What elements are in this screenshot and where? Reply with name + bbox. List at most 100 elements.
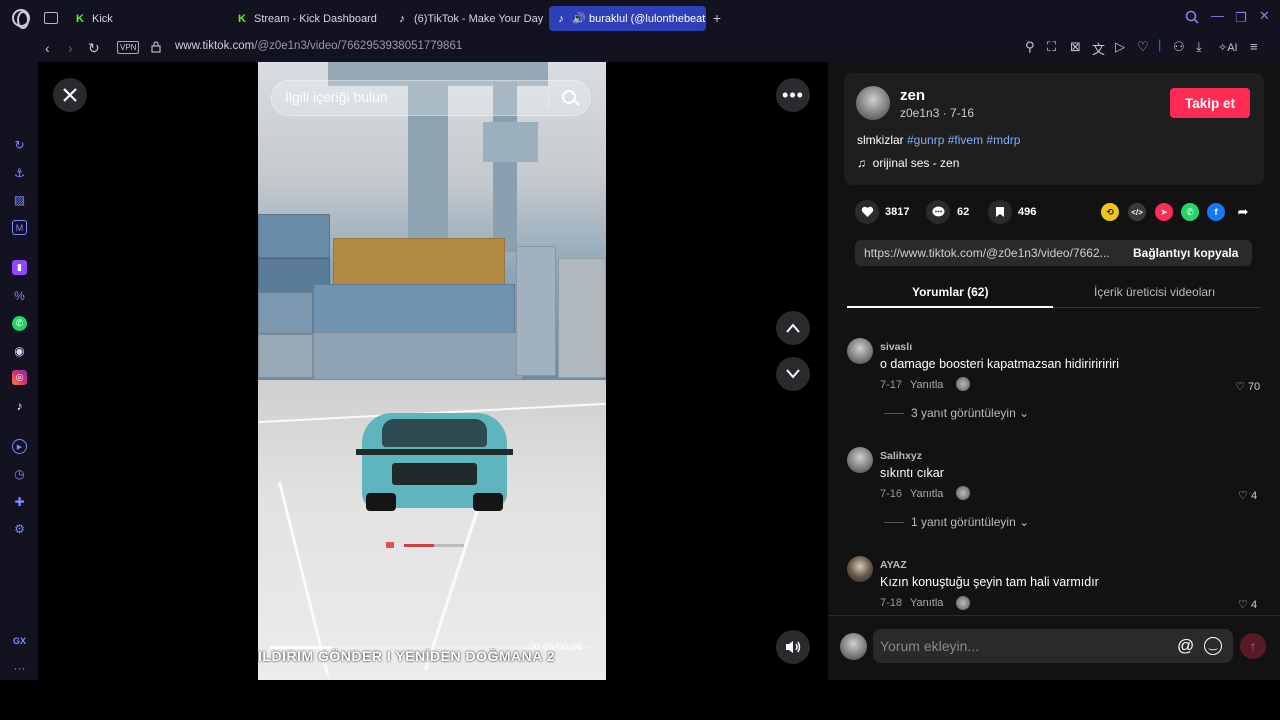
video-link-url[interactable]: https://www.tiktok.com/@z0e1n3/video/766… — [864, 246, 1116, 260]
player-icon[interactable]: ⚓ — [12, 165, 27, 180]
comment-like-button[interactable]: ♡ 4 — [1238, 489, 1257, 502]
active-tab-indicator — [847, 306, 1053, 308]
copy-link-button[interactable]: Bağlantıyı kopyala — [1133, 246, 1238, 260]
percent-icon[interactable]: % — [12, 288, 27, 303]
hashtag-link[interactable]: #mdrp — [986, 133, 1020, 147]
reply-button[interactable]: Yanıtla — [910, 379, 943, 391]
comment-button[interactable] — [926, 200, 950, 224]
comment-avatar[interactable] — [847, 556, 873, 582]
tab-creator-videos[interactable]: İçerik üreticisi videoları — [1094, 285, 1215, 299]
shipping-container — [313, 332, 523, 380]
reply-button[interactable]: Yanıtla — [910, 488, 943, 500]
comment-username[interactable]: Salihxyz — [880, 450, 922, 462]
tab-tiktok-home[interactable]: ♪ (6)TikTok - Make Your Day — [390, 6, 545, 31]
repost-icon[interactable]: ⟲ — [1101, 203, 1119, 221]
reply-button[interactable]: Yanıtla — [910, 597, 943, 609]
download-icon[interactable]: ⤓ — [1196, 39, 1202, 55]
shipping-container — [313, 284, 515, 334]
video-player[interactable] — [258, 62, 606, 680]
comment-username[interactable]: AYAZ — [880, 559, 907, 571]
twitch-icon[interactable]: ▮ — [12, 260, 27, 275]
search-icon[interactable] — [562, 90, 576, 104]
speaker-icon[interactable]: 🔊 — [572, 13, 586, 25]
hashtag-link[interactable]: #fivem — [948, 133, 983, 147]
author-name[interactable]: zen — [900, 87, 925, 104]
settings-icon[interactable]: ⚙ — [12, 521, 27, 536]
more-icon[interactable]: ··· — [12, 660, 27, 675]
tab-comments[interactable]: Yorumlar (62) — [912, 285, 988, 299]
view-replies-button[interactable]: 3 yanıt görüntüleyin ⌄ — [911, 406, 1029, 420]
hud-bar-fill — [404, 544, 434, 547]
extensions-icon[interactable]: ✚ — [12, 494, 27, 509]
shipping-container — [258, 292, 313, 334]
opera-logo-icon[interactable] — [12, 9, 30, 29]
translate-icon[interactable]: 文 — [1092, 39, 1105, 58]
minimize-icon[interactable]: — — [1211, 8, 1224, 23]
vpn-badge[interactable]: VPN — [117, 41, 140, 54]
hashtag-link[interactable]: #gunrp — [907, 133, 944, 147]
music-note-icon: ♫ — [857, 156, 866, 170]
gx-icon[interactable]: GX — [12, 633, 27, 648]
facebook-share-icon[interactable]: f — [1207, 203, 1225, 221]
author-handle-date: z0e1n3 · 7-16 — [900, 106, 975, 120]
heart-bookmark-icon[interactable]: ♡ — [1137, 39, 1149, 55]
liked-by-creator-avatar — [956, 596, 970, 610]
mention-icon[interactable]: @ — [1177, 636, 1194, 656]
tab-kick-dashboard[interactable]: K Stream - Kick Dashboard — [230, 6, 380, 31]
post-comment-button[interactable]: ↑ — [1240, 633, 1266, 659]
ai-button[interactable]: ✧AI — [1218, 41, 1238, 54]
tiktok-icon[interactable]: ♪ — [12, 398, 27, 413]
discord-icon[interactable]: ◉ — [12, 343, 27, 358]
send-to-friends-icon[interactable]: ➤ — [1155, 203, 1173, 221]
m-icon[interactable]: M — [12, 220, 27, 235]
whatsapp-share-icon[interactable]: ✆ — [1181, 203, 1199, 221]
tab-overview-icon[interactable] — [44, 12, 58, 24]
like-button[interactable] — [855, 200, 879, 224]
whatsapp-icon[interactable]: ✆ — [12, 316, 27, 331]
volume-button[interactable] — [776, 630, 810, 664]
snapshot-icon[interactable]: ⛶ — [1047, 39, 1056, 55]
close-window-icon[interactable]: ✕ — [1259, 8, 1270, 24]
account-icon[interactable]: ⚇ — [1173, 39, 1185, 55]
view-replies-button[interactable]: 1 yanıt görüntüleyin ⌄ — [911, 515, 1029, 529]
embed-icon[interactable]: </> — [1128, 203, 1146, 221]
comment-like-button[interactable]: ♡ 70 — [1235, 380, 1260, 393]
cards-icon[interactable]: ▨ — [12, 192, 27, 207]
menu-icon[interactable]: ≡ — [1250, 39, 1258, 54]
crane-cab — [483, 122, 538, 162]
emoji-icon[interactable]: ‿ — [1204, 637, 1222, 655]
car — [352, 405, 517, 515]
next-video-button[interactable] — [776, 357, 810, 391]
new-tab-plus-icon[interactable]: + — [710, 11, 724, 25]
forward-icon[interactable]: › — [68, 40, 73, 56]
aria-icon[interactable]: ↻ — [12, 137, 27, 152]
save-button[interactable] — [988, 200, 1012, 224]
tab-kick[interactable]: K Kick — [68, 6, 218, 31]
send-icon[interactable]: ▷ — [1115, 39, 1125, 55]
search-tabs-icon[interactable] — [1185, 10, 1199, 27]
save-count: 496 — [1018, 206, 1037, 218]
comment-avatar[interactable] — [847, 338, 873, 364]
lock-icon[interactable] — [151, 40, 161, 53]
reload-icon[interactable]: ↻ — [88, 40, 100, 57]
share-arrow-icon[interactable]: ➦ — [1234, 203, 1252, 221]
adblock-icon[interactable]: ⊠ — [1070, 39, 1081, 55]
more-options-button[interactable]: ••• — [776, 78, 810, 112]
tiktok-logo-icon: ♪ — [558, 12, 564, 25]
play-circle-icon[interactable]: ▶ — [12, 439, 27, 454]
author-avatar[interactable] — [856, 86, 890, 120]
close-video-button[interactable] — [53, 78, 87, 112]
back-icon[interactable]: ‹ — [45, 40, 50, 56]
follow-button[interactable]: Takip et — [1170, 88, 1250, 118]
previous-video-button[interactable] — [776, 311, 810, 345]
history-icon[interactable]: ◷ — [12, 466, 27, 481]
instagram-icon[interactable]: ◎ — [12, 370, 27, 385]
comment-username[interactable]: sivaslı — [880, 341, 912, 353]
restore-icon[interactable]: ❐ — [1235, 10, 1247, 26]
pin-icon[interactable]: ⚲ — [1025, 39, 1035, 55]
comment-like-button[interactable]: ♡ 4 — [1238, 598, 1257, 611]
url-field[interactable]: www.tiktok.com/@z0e1n3/video/76629539380… — [175, 40, 462, 52]
music-link[interactable]: ♫ orijinal ses - zen — [857, 156, 959, 170]
comment-avatar[interactable] — [847, 447, 873, 473]
tab-tiktok-profile[interactable]: ♪ 🔊 buraklul (@lulonthebeat — [549, 6, 706, 31]
